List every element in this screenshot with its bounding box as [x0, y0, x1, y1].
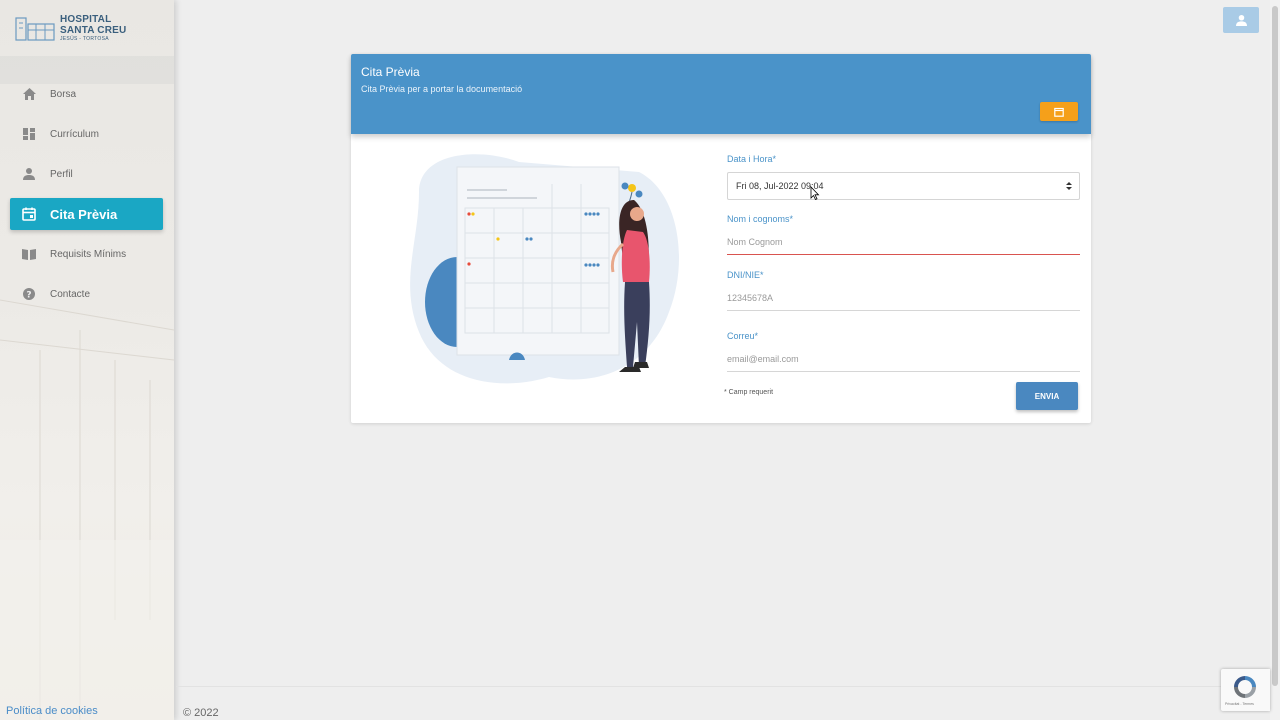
sidebar: HOSPITAL SANTA CREU JESÚS - TORTOSA Bors…: [0, 0, 174, 720]
sidebar-item-perfil[interactable]: Perfil: [10, 158, 163, 190]
calendar-button[interactable]: [1040, 102, 1078, 121]
book-icon: [22, 247, 36, 261]
dni-placeholder: 12345678A: [727, 293, 774, 303]
recaptcha-badge[interactable]: Privacitat - Termes: [1221, 669, 1270, 711]
logo-line-3: JESÚS - TORTOSA: [60, 35, 109, 42]
svg-text:?: ?: [26, 291, 31, 301]
submit-button[interactable]: ENVIA: [1016, 382, 1078, 410]
hospital-name: HOSPITAL SANTA CREU JESÚS - TORTOSA: [60, 13, 127, 42]
calendar-woman-illustration: [410, 154, 679, 384]
dashboard-icon: [22, 127, 36, 141]
card-subtitle: Cita Prèvia per a portar la documentació: [361, 84, 523, 94]
cookies-policy-link[interactable]: Política de cookies: [6, 705, 98, 717]
datetime-label: Data i Hora*: [727, 154, 777, 164]
copyright-text: © 2022: [183, 707, 219, 719]
footer-divider: [176, 686, 1270, 687]
dni-label: DNI/NIE*: [727, 270, 764, 280]
recaptcha-text[interactable]: Privacitat - Termes: [1225, 702, 1254, 706]
sidebar-item-label: Cita Prèvia: [50, 206, 118, 222]
home-icon: [22, 87, 36, 101]
sidebar-item-label: Perfil: [50, 168, 73, 180]
appointment-card: Cita Prèvia Cita Prèvia per a portar la …: [351, 54, 1091, 423]
calendar-icon: [1054, 107, 1064, 117]
name-label: Nom i cognoms*: [727, 214, 794, 224]
logo-line-2: SANTA CREU: [60, 24, 127, 36]
scrollbar-thumb[interactable]: [1272, 6, 1278, 686]
user-menu-button[interactable]: [1223, 7, 1259, 33]
required-note: * Camp requerit: [724, 389, 774, 396]
sidebar-item-cita-previa[interactable]: Cita Prèvia: [10, 198, 163, 230]
card-header: Cita Prèvia Cita Prèvia per a portar la …: [351, 54, 1091, 134]
sidebar-item-label: Borsa: [50, 88, 77, 100]
help-icon: ?: [22, 287, 36, 301]
name-input[interactable]: Nom Cognom: [727, 231, 1080, 255]
logo-line-1: HOSPITAL: [60, 13, 112, 25]
name-placeholder: Nom Cognom: [727, 237, 783, 247]
sidebar-item-borsa[interactable]: Borsa: [10, 78, 163, 110]
email-label: Correu*: [727, 331, 759, 341]
page-scrollbar[interactable]: [1270, 0, 1280, 720]
person-icon: [22, 167, 36, 181]
sidebar-item-curriculum[interactable]: Currículum: [10, 118, 163, 150]
person-icon: [1235, 14, 1247, 26]
hospital-logo[interactable]: HOSPITAL SANTA CREU JESÚS - TORTOSA: [14, 12, 164, 44]
sidebar-item-label: Currículum: [50, 128, 99, 140]
sidebar-item-requisits[interactable]: Requisits Mínims: [10, 238, 163, 270]
sidebar-item-contacte[interactable]: ? Contacte: [10, 278, 163, 310]
email-placeholder: email@email.com: [727, 354, 799, 364]
datetime-select[interactable]: Fri 08, Jul-2022 09:04: [727, 172, 1080, 200]
mouse-cursor-icon: [810, 186, 820, 200]
recaptcha-icon: [1234, 676, 1256, 698]
select-arrows-icon: [1066, 182, 1072, 190]
sidebar-item-label: Requisits Mínims: [50, 248, 127, 260]
sidebar-item-label: Contacte: [50, 288, 91, 300]
card-title: Cita Prèvia: [361, 65, 420, 79]
dni-input[interactable]: 12345678A: [727, 287, 1080, 311]
email-input[interactable]: email@email.com: [727, 348, 1080, 372]
hospital-building-icon: [15, 17, 55, 41]
calendar-icon: [22, 207, 36, 221]
